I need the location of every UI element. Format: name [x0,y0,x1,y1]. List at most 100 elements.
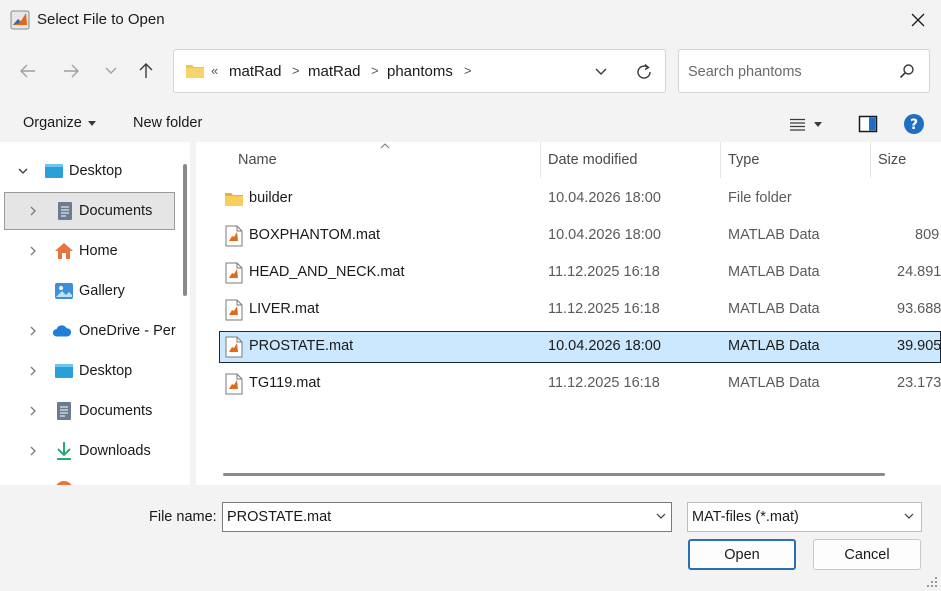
close-button[interactable] [895,0,941,40]
chevron-down-icon [18,168,28,174]
column-divider[interactable] [870,142,871,178]
matlab-file-icon [225,225,243,247]
file-row-head-and-neck[interactable]: HEAD_AND_NECK.mat 11.12.2025 16:18 MATLA… [196,257,941,289]
back-button[interactable] [14,57,42,85]
nav-item-label: Gallery [79,283,125,299]
recent-locations-button[interactable] [97,57,125,85]
folder-icon [186,65,204,78]
matlab-app-icon [10,10,30,30]
breadcrumb-separator[interactable]: > [371,63,379,78]
nav-item-desktop-2[interactable]: Desktop [0,352,176,390]
nav-item-gallery[interactable]: Gallery [0,272,176,310]
file-name: LIVER.mat [249,301,320,317]
search-icon[interactable] [899,63,915,79]
onedrive-icon [52,325,72,337]
file-name-combobox[interactable] [222,502,672,532]
file-type-select[interactable]: MAT-files (*.mat) [687,502,922,532]
address-bar[interactable]: « matRad > matRad > phantoms > [173,49,666,93]
organize-label: Organize [23,115,82,131]
file-size: 23.173 [897,375,941,391]
arrow-up-icon [139,63,153,78]
file-name-label: File name: [149,509,217,525]
chevron-right-icon [30,326,36,336]
breadcrumb-separator[interactable]: > [292,63,300,78]
chevron-right-icon [30,366,36,376]
open-button[interactable]: Open [688,539,796,570]
nav-scrollbar[interactable] [183,164,187,296]
chevron-down-icon[interactable] [655,510,667,522]
documents-icon [57,402,71,420]
help-icon[interactable]: ? [903,113,925,135]
file-row-boxphantom[interactable]: BOXPHANTOM.mat 10.04.2026 18:00 MATLAB D… [196,220,941,252]
desktop-icon [55,364,73,378]
search-box[interactable] [678,49,930,93]
new-folder-button[interactable]: New folder [133,115,202,131]
chevron-down-icon [904,513,914,519]
file-name: builder [249,190,293,206]
search-input[interactable] [688,61,888,83]
close-icon [911,13,925,27]
file-type: MATLAB Data [728,338,820,354]
column-divider[interactable] [720,142,721,178]
file-type: File folder [728,190,792,206]
column-divider[interactable] [540,142,541,178]
file-name: BOXPHANTOM.mat [249,227,381,243]
column-header-size[interactable]: Size [878,142,906,178]
preview-pane-icon[interactable] [858,114,878,134]
breadcrumb-phantoms[interactable]: phantoms [387,63,453,80]
file-size: 24.891 [897,264,941,280]
nav-item-onedrive[interactable]: OneDrive - Per [0,312,176,350]
navigation-pane[interactable]: Desktop Documents Home Gallery OneDrive … [0,142,190,485]
desktop-icon [45,164,63,178]
matlab-file-icon [225,299,243,321]
file-row-prostate[interactable]: PROSTATE.mat 10.04.2026 18:00 MATLAB Dat… [219,331,941,363]
file-row-builder[interactable]: builder 10.04.2026 18:00 File folder [196,183,941,215]
column-header-date[interactable]: Date modified [548,142,637,178]
address-dropdown-button[interactable] [590,61,612,83]
file-date: 11.12.2025 16:18 [548,375,660,391]
breadcrumb-separator[interactable]: > [464,63,472,78]
breadcrumb-matrad-1[interactable]: matRad [229,63,282,80]
file-list[interactable]: Name Date modified Type Size builder 10.… [196,142,941,485]
forward-button[interactable] [57,57,85,85]
list-view-icon [790,118,805,131]
caret-down-icon [814,121,822,127]
svg-text:?: ? [910,117,918,133]
nav-item-documents[interactable]: Documents [4,192,175,230]
nav-item-desktop[interactable]: Desktop [0,152,176,190]
chevron-down-icon [105,67,117,74]
nav-item-label: Documents [79,403,153,419]
chevron-right-icon [30,246,36,256]
cancel-button[interactable]: Cancel [813,539,921,570]
file-size: 809 [915,227,940,243]
file-date: 10.04.2026 18:00 [548,338,661,354]
folder-icon [225,193,243,206]
organize-button[interactable]: Organize [23,115,96,131]
nav-item-label: OneDrive - Per [79,323,176,339]
file-date: 11.12.2025 16:18 [548,301,660,317]
column-header-name[interactable]: Name [238,142,277,178]
column-name-label: Name [238,152,277,168]
horizontal-scrollbar[interactable] [223,473,885,476]
matlab-file-icon [225,336,243,358]
breadcrumb-matrad-2[interactable]: matRad [308,63,361,80]
refresh-button[interactable] [632,60,656,84]
file-name-input[interactable] [227,507,637,527]
resize-grip-icon[interactable] [926,576,938,588]
file-type: MATLAB Data [728,375,820,391]
column-header-type[interactable]: Type [728,142,759,178]
file-row-liver[interactable]: LIVER.mat 11.12.2025 16:18 MATLAB Data 9… [196,294,941,326]
file-type: MATLAB Data [728,264,820,280]
file-row-tg119[interactable]: TG119.mat 11.12.2025 16:18 MATLAB Data 2… [196,368,941,400]
nav-item-downloads[interactable]: Downloads [0,432,176,470]
sort-ascending-icon [380,143,390,149]
title-bar: Select File to Open [0,0,941,40]
arrow-left-icon [20,64,35,78]
nav-item-documents-2[interactable]: Documents [0,392,176,430]
view-options-button[interactable] [790,113,836,135]
up-button[interactable] [132,57,160,85]
nav-item-home[interactable]: Home [0,232,176,270]
breadcrumb-overflow[interactable]: « [211,63,218,78]
file-type: MATLAB Data [728,227,820,243]
chevron-right-icon [30,406,36,416]
